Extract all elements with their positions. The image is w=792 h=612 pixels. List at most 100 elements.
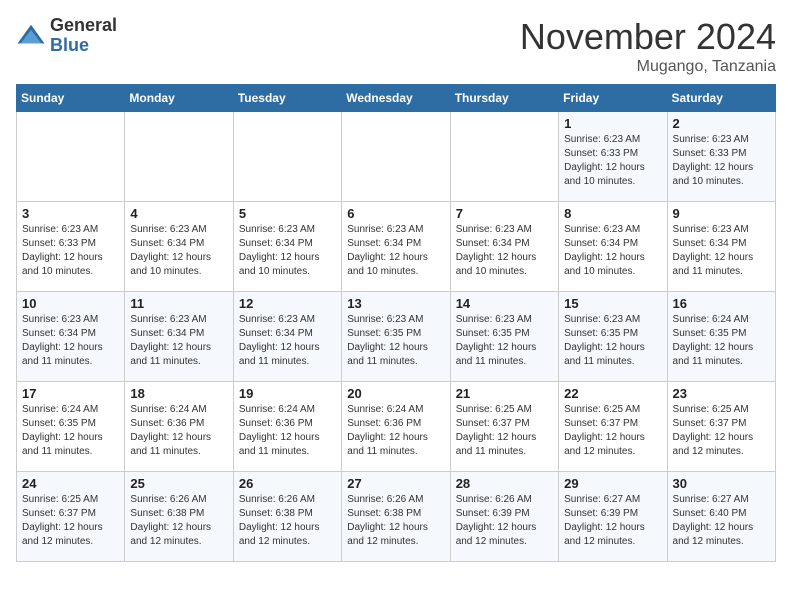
calendar-cell: 6 Sunrise: 6:23 AM Sunset: 6:34 PM Daylig… bbox=[342, 202, 450, 292]
day-number: 6 bbox=[347, 206, 444, 221]
day-number: 11 bbox=[130, 296, 227, 311]
day-info: Sunrise: 6:23 AM Sunset: 6:34 PM Dayligh… bbox=[130, 313, 227, 369]
logo: General Blue bbox=[16, 16, 117, 56]
weekday-header: Saturday bbox=[667, 85, 775, 112]
calendar-cell: 22 Sunrise: 6:25 AM Sunset: 6:37 PM Dayli… bbox=[559, 382, 667, 472]
calendar-cell: 3 Sunrise: 6:23 AM Sunset: 6:33 PM Daylig… bbox=[17, 202, 125, 292]
day-info: Sunrise: 6:23 AM Sunset: 6:33 PM Dayligh… bbox=[564, 133, 661, 189]
day-number: 1 bbox=[564, 116, 661, 131]
day-info: Sunrise: 6:23 AM Sunset: 6:34 PM Dayligh… bbox=[22, 313, 119, 369]
weekday-header: Tuesday bbox=[233, 85, 341, 112]
logo-icon bbox=[16, 21, 46, 51]
day-number: 3 bbox=[22, 206, 119, 221]
day-info: Sunrise: 6:23 AM Sunset: 6:33 PM Dayligh… bbox=[22, 223, 119, 279]
calendar-cell: 25 Sunrise: 6:26 AM Sunset: 6:38 PM Dayli… bbox=[125, 472, 233, 562]
day-info: Sunrise: 6:23 AM Sunset: 6:34 PM Dayligh… bbox=[456, 223, 553, 279]
day-info: Sunrise: 6:23 AM Sunset: 6:35 PM Dayligh… bbox=[456, 313, 553, 369]
day-number: 21 bbox=[456, 386, 553, 401]
title-block: November 2024 Mugango, Tanzania bbox=[520, 16, 776, 76]
calendar-week-row: 3 Sunrise: 6:23 AM Sunset: 6:33 PM Daylig… bbox=[17, 202, 776, 292]
calendar-cell: 23 Sunrise: 6:25 AM Sunset: 6:37 PM Dayli… bbox=[667, 382, 775, 472]
day-number: 4 bbox=[130, 206, 227, 221]
location: Mugango, Tanzania bbox=[520, 58, 776, 76]
day-info: Sunrise: 6:23 AM Sunset: 6:34 PM Dayligh… bbox=[239, 223, 336, 279]
day-number: 20 bbox=[347, 386, 444, 401]
calendar-cell bbox=[233, 112, 341, 202]
calendar-cell: 15 Sunrise: 6:23 AM Sunset: 6:35 PM Dayli… bbox=[559, 292, 667, 382]
calendar-cell bbox=[450, 112, 558, 202]
calendar-cell: 27Sunrise: 6:26 AM Sunset: 6:38 PM Dayli… bbox=[342, 472, 450, 562]
day-number: 29 bbox=[564, 476, 661, 491]
weekday-header: Monday bbox=[125, 85, 233, 112]
calendar-week-row: 10 Sunrise: 6:23 AM Sunset: 6:34 PM Dayli… bbox=[17, 292, 776, 382]
calendar-cell: 20 Sunrise: 6:24 AM Sunset: 6:36 PM Dayli… bbox=[342, 382, 450, 472]
calendar-cell bbox=[125, 112, 233, 202]
day-info: Sunrise: 6:24 AM Sunset: 6:36 PM Dayligh… bbox=[347, 403, 444, 459]
calendar-cell: 24Sunrise: 6:25 AM Sunset: 6:37 PM Dayli… bbox=[17, 472, 125, 562]
day-number: 22 bbox=[564, 386, 661, 401]
day-info: Sunrise: 6:25 AM Sunset: 6:37 PM Dayligh… bbox=[456, 403, 553, 459]
day-info: Sunrise: 6:23 AM Sunset: 6:34 PM Dayligh… bbox=[347, 223, 444, 279]
day-info: Sunrise: 6:23 AM Sunset: 6:34 PM Dayligh… bbox=[239, 313, 336, 369]
day-number: 30 bbox=[673, 476, 770, 491]
day-info: Sunrise: 6:23 AM Sunset: 6:35 PM Dayligh… bbox=[564, 313, 661, 369]
day-number: 10 bbox=[22, 296, 119, 311]
day-info: Sunrise: 6:25 AM Sunset: 6:37 PM Dayligh… bbox=[22, 493, 119, 549]
calendar-cell: 14 Sunrise: 6:23 AM Sunset: 6:35 PM Dayli… bbox=[450, 292, 558, 382]
calendar-header-row: SundayMondayTuesdayWednesdayThursdayFrid… bbox=[17, 85, 776, 112]
day-number: 19 bbox=[239, 386, 336, 401]
weekday-header: Friday bbox=[559, 85, 667, 112]
calendar-table: SundayMondayTuesdayWednesdayThursdayFrid… bbox=[16, 84, 776, 562]
day-info: Sunrise: 6:25 AM Sunset: 6:37 PM Dayligh… bbox=[564, 403, 661, 459]
day-info: Sunrise: 6:23 AM Sunset: 6:35 PM Dayligh… bbox=[347, 313, 444, 369]
day-number: 5 bbox=[239, 206, 336, 221]
calendar-cell: 2 Sunrise: 6:23 AM Sunset: 6:33 PM Daylig… bbox=[667, 112, 775, 202]
day-info: Sunrise: 6:23 AM Sunset: 6:34 PM Dayligh… bbox=[130, 223, 227, 279]
day-number: 27 bbox=[347, 476, 444, 491]
day-info: Sunrise: 6:24 AM Sunset: 6:35 PM Dayligh… bbox=[673, 313, 770, 369]
day-number: 28 bbox=[456, 476, 553, 491]
day-number: 9 bbox=[673, 206, 770, 221]
page-header: General Blue November 2024 Mugango, Tanz… bbox=[16, 16, 776, 76]
day-number: 15 bbox=[564, 296, 661, 311]
day-info: Sunrise: 6:26 AM Sunset: 6:38 PM Dayligh… bbox=[130, 493, 227, 549]
day-number: 7 bbox=[456, 206, 553, 221]
day-number: 12 bbox=[239, 296, 336, 311]
calendar-cell: 28Sunrise: 6:26 AM Sunset: 6:39 PM Dayli… bbox=[450, 472, 558, 562]
calendar-cell: 21 Sunrise: 6:25 AM Sunset: 6:37 PM Dayli… bbox=[450, 382, 558, 472]
day-number: 18 bbox=[130, 386, 227, 401]
calendar-cell: 1 Sunrise: 6:23 AM Sunset: 6:33 PM Daylig… bbox=[559, 112, 667, 202]
day-info: Sunrise: 6:26 AM Sunset: 6:38 PM Dayligh… bbox=[239, 493, 336, 549]
day-info: Sunrise: 6:27 AM Sunset: 6:39 PM Dayligh… bbox=[564, 493, 661, 549]
day-info: Sunrise: 6:27 AM Sunset: 6:40 PM Dayligh… bbox=[673, 493, 770, 549]
day-number: 23 bbox=[673, 386, 770, 401]
day-number: 8 bbox=[564, 206, 661, 221]
day-number: 16 bbox=[673, 296, 770, 311]
day-info: Sunrise: 6:25 AM Sunset: 6:37 PM Dayligh… bbox=[673, 403, 770, 459]
day-number: 2 bbox=[673, 116, 770, 131]
logo-text: General Blue bbox=[50, 16, 117, 56]
calendar-cell: 19Sunrise: 6:24 AM Sunset: 6:36 PM Dayli… bbox=[233, 382, 341, 472]
calendar-cell: 11 Sunrise: 6:23 AM Sunset: 6:34 PM Dayli… bbox=[125, 292, 233, 382]
calendar-cell: 30 Sunrise: 6:27 AM Sunset: 6:40 PM Dayli… bbox=[667, 472, 775, 562]
calendar-week-row: 24Sunrise: 6:25 AM Sunset: 6:37 PM Dayli… bbox=[17, 472, 776, 562]
day-number: 13 bbox=[347, 296, 444, 311]
calendar-cell: 18Sunrise: 6:24 AM Sunset: 6:36 PM Dayli… bbox=[125, 382, 233, 472]
calendar-cell: 7 Sunrise: 6:23 AM Sunset: 6:34 PM Daylig… bbox=[450, 202, 558, 292]
calendar-week-row: 17 Sunrise: 6:24 AM Sunset: 6:35 PM Dayli… bbox=[17, 382, 776, 472]
weekday-header: Sunday bbox=[17, 85, 125, 112]
day-info: Sunrise: 6:23 AM Sunset: 6:34 PM Dayligh… bbox=[673, 223, 770, 279]
day-number: 25 bbox=[130, 476, 227, 491]
calendar-cell: 29 Sunrise: 6:27 AM Sunset: 6:39 PM Dayli… bbox=[559, 472, 667, 562]
month-title: November 2024 bbox=[520, 16, 776, 58]
calendar-cell: 16 Sunrise: 6:24 AM Sunset: 6:35 PM Dayli… bbox=[667, 292, 775, 382]
weekday-header: Thursday bbox=[450, 85, 558, 112]
day-number: 14 bbox=[456, 296, 553, 311]
calendar-cell: 5 Sunrise: 6:23 AM Sunset: 6:34 PM Daylig… bbox=[233, 202, 341, 292]
day-info: Sunrise: 6:23 AM Sunset: 6:33 PM Dayligh… bbox=[673, 133, 770, 189]
calendar-week-row: 1 Sunrise: 6:23 AM Sunset: 6:33 PM Daylig… bbox=[17, 112, 776, 202]
calendar-cell bbox=[17, 112, 125, 202]
day-info: Sunrise: 6:24 AM Sunset: 6:35 PM Dayligh… bbox=[22, 403, 119, 459]
calendar-cell: 12 Sunrise: 6:23 AM Sunset: 6:34 PM Dayli… bbox=[233, 292, 341, 382]
day-number: 17 bbox=[22, 386, 119, 401]
